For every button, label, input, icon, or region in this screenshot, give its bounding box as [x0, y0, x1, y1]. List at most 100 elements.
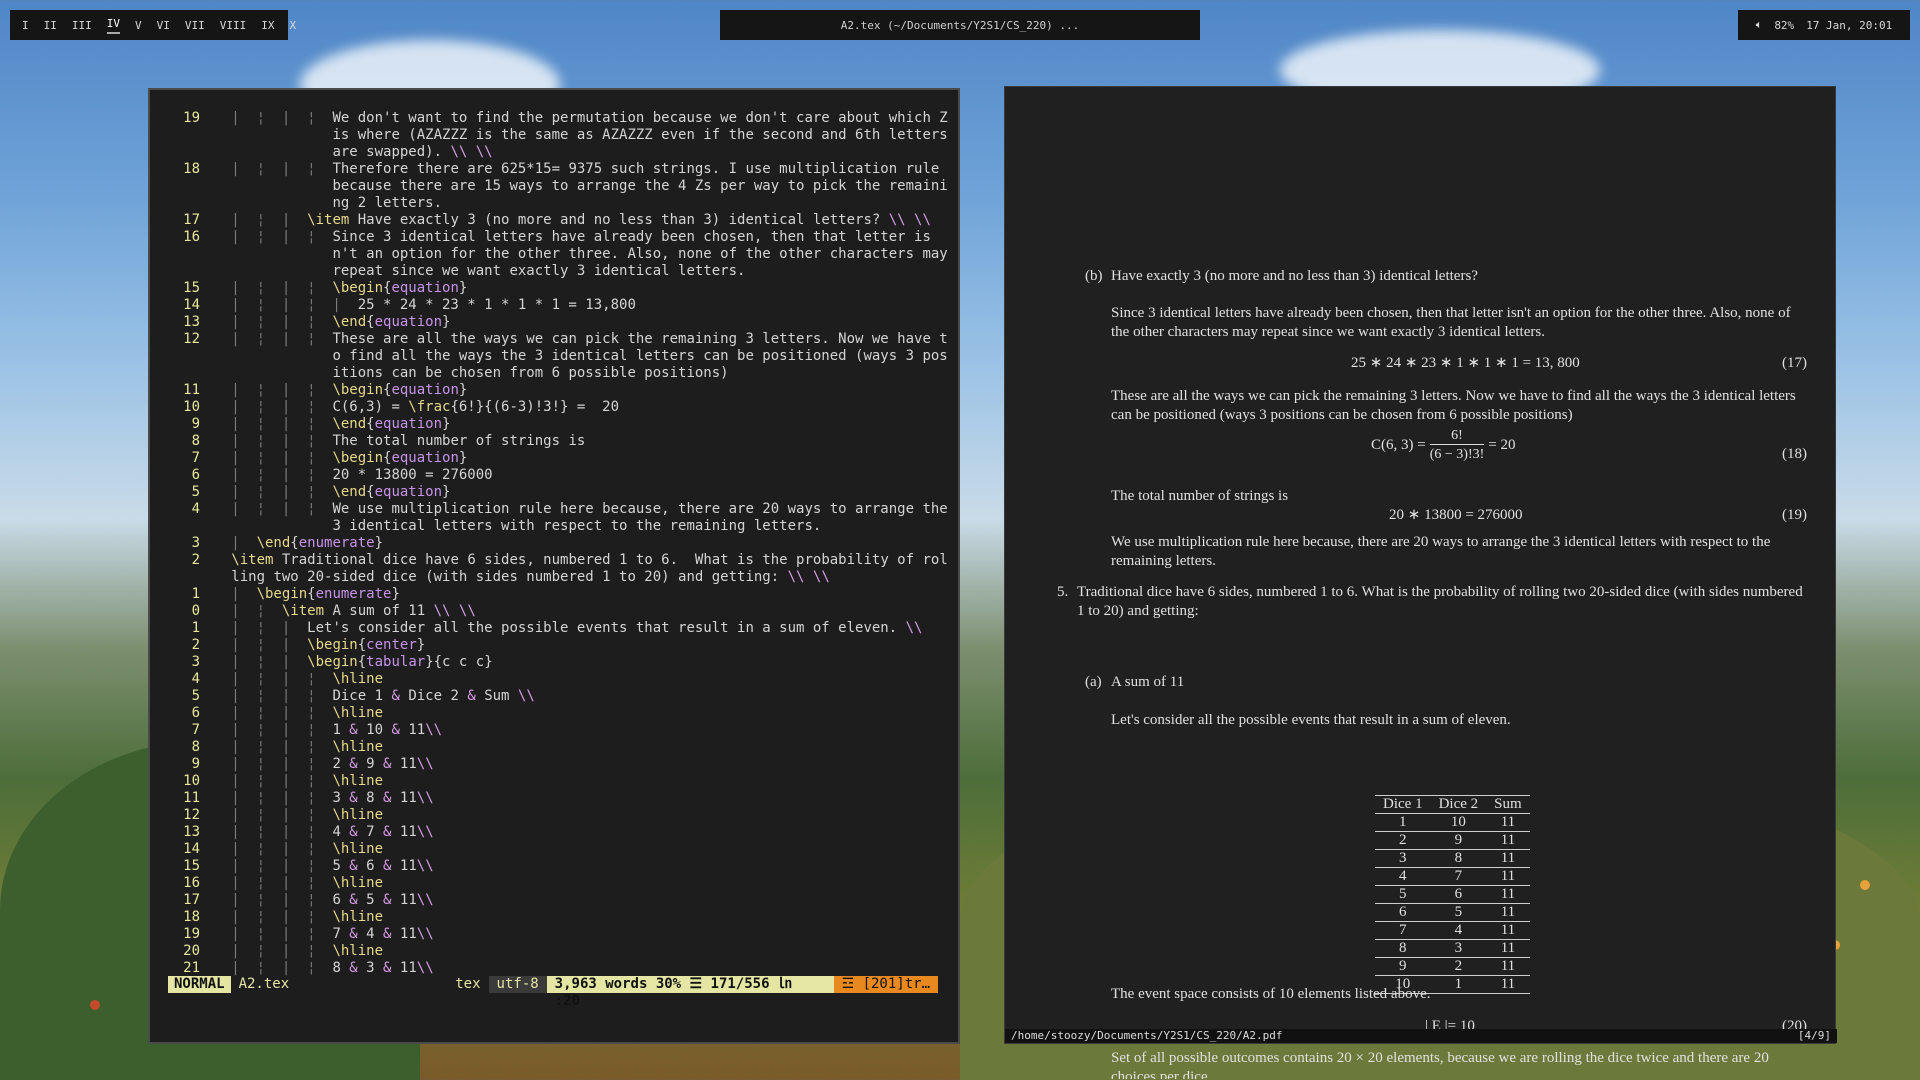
line-text: 2 & 9 & 11\\ — [332, 756, 434, 772]
indent-guides: | — [206, 535, 257, 551]
code-line[interactable]: 11 | ¦ | ¦ 3 & 8 & 11\\ — [178, 790, 950, 807]
code-line[interactable]: 12 | ¦ | ¦ \hline — [178, 807, 950, 824]
code-line[interactable]: 2 | ¦ | \begin{center} — [178, 637, 950, 654]
code-line[interactable]: 17 | ¦ | \item Have exactly 3 (no more a… — [178, 212, 950, 229]
line-text: \begin{equation} — [332, 382, 468, 398]
paragraph: Since 3 identical letters have already b… — [1111, 305, 1791, 340]
code-line[interactable]: 3 | \end{enumerate} — [178, 535, 950, 552]
equation-number: (19) — [1782, 507, 1807, 523]
pdf-viewer-window[interactable]: (b) Have exactly 3 (no more and no less … — [1004, 86, 1837, 1079]
line-number: 18 — [183, 909, 200, 925]
line-text: \begin{enumerate} — [256, 586, 400, 602]
code-line[interactable]: 0 | ¦ \item A sum of 11 \\ \\ — [178, 603, 950, 620]
code-line[interactable]: 5 | ¦ | ¦ \end{equation} — [178, 484, 950, 501]
line-number: 19 — [183, 926, 200, 942]
line-text: \end{equation} — [332, 314, 451, 330]
line-text: \begin{equation} — [332, 280, 468, 296]
code-line[interactable]: 14 | ¦ | ¦ \hline — [178, 841, 950, 858]
line-text: \item Traditional dice have 6 sides, num… — [231, 552, 948, 585]
code-line[interactable]: 7 | ¦ | ¦ \begin{equation} — [178, 450, 950, 467]
indent-guides: | ¦ — [206, 603, 282, 619]
workspace-IV[interactable]: IV — [106, 17, 120, 34]
code-line[interactable]: 1 | ¦ | Let's consider all the possible … — [178, 620, 950, 637]
code-line[interactable]: 15 | ¦ | ¦ \begin{equation} — [178, 280, 950, 297]
line-text: The total number of strings is — [332, 433, 586, 449]
workspace-VI[interactable]: VI — [157, 19, 170, 32]
code-line[interactable]: 8 | ¦ | ¦ The total number of strings is — [178, 433, 950, 450]
code-line[interactable]: 6 | ¦ | ¦ 20 * 13800 = 276000 — [178, 467, 950, 484]
line-text: We use multiplication rule here because,… — [332, 501, 957, 534]
code-line[interactable]: 2 \item Traditional dice have 6 sides, n… — [178, 552, 950, 586]
line-text: \hline — [332, 671, 384, 687]
workspace-V[interactable]: V — [135, 19, 142, 32]
line-number: 13 — [183, 824, 200, 840]
line-number: 3 — [191, 654, 200, 670]
line-number: 7 — [191, 722, 200, 738]
line-text: \hline — [332, 773, 384, 789]
table-cell: 6 — [1375, 903, 1431, 922]
code-line[interactable]: 16 | ¦ | ¦ Since 3 identical letters hav… — [178, 229, 950, 280]
flower — [1860, 880, 1870, 890]
line-number: 2 — [191, 552, 200, 568]
indent-guides: | ¦ | ¦ — [206, 722, 333, 738]
question-text: Traditional dice have 6 sides, numbered … — [1077, 584, 1803, 619]
code-line[interactable]: 15 | ¦ | ¦ 5 & 6 & 11\\ — [178, 858, 950, 875]
code-line[interactable]: 20 | ¦ | ¦ \hline — [178, 943, 950, 960]
code-line[interactable]: 13 | ¦ | ¦ 4 & 7 & 11\\ — [178, 824, 950, 841]
code-line[interactable]: 16 | ¦ | ¦ \hline — [178, 875, 950, 892]
code-line[interactable]: 12 | ¦ | ¦ These are all the ways we can… — [178, 331, 950, 382]
line-number: 10 — [183, 399, 200, 415]
code-line[interactable]: 1 | \begin{enumerate} — [178, 586, 950, 603]
code-line[interactable]: 21 | ¦ | ¦ 8 & 3 & 11\\ — [178, 960, 950, 977]
line-number: 15 — [183, 280, 200, 296]
speaker-icon[interactable]: 🔈︎ — [1756, 18, 1763, 32]
line-text: \hline — [332, 739, 384, 755]
workspace-X[interactable]: X — [290, 19, 297, 32]
code-line[interactable]: 18 | ¦ | ¦ \hline — [178, 909, 950, 926]
code-line[interactable]: 9 | ¦ | ¦ \end{equation} — [178, 416, 950, 433]
workspace-I[interactable]: I — [22, 19, 29, 32]
code-line[interactable]: 8 | ¦ | ¦ \hline — [178, 739, 950, 756]
code-line[interactable]: 10 | ¦ | ¦ C(6,3) = \frac{6!}{(6-3)!3!} … — [178, 399, 950, 416]
indent-guides: | ¦ | ¦ — [206, 280, 333, 296]
code-line[interactable]: 3 | ¦ | \begin{tabular}{c c c} — [178, 654, 950, 671]
code-line[interactable]: 4 | ¦ | ¦ We use multiplication rule her… — [178, 501, 950, 535]
indent-guides: | ¦ | ¦ — [206, 841, 333, 857]
code-line[interactable]: 13 | ¦ | ¦ \end{equation} — [178, 314, 950, 331]
paragraph: Set of all possible outcomes contains 20… — [1111, 1050, 1769, 1079]
editor-window[interactable]: 19 | ¦ | ¦ We don't want to find the per… — [148, 88, 960, 1044]
table-cell: 11 — [1486, 975, 1530, 994]
workspace-III[interactable]: III — [72, 19, 92, 32]
table-cell: 9 — [1430, 831, 1487, 850]
line-number: 16 — [183, 875, 200, 891]
warning-badge: ☲ [201]tr… — [833, 976, 938, 993]
code-line[interactable]: 19 | ¦ | ¦ 7 & 4 & 11\\ — [178, 926, 950, 943]
workspace-IX[interactable]: IX — [261, 19, 274, 32]
line-text: \end{equation} — [332, 416, 451, 432]
code-line[interactable]: 6 | ¦ | ¦ \hline — [178, 705, 950, 722]
code-line[interactable]: 17 | ¦ | ¦ 6 & 5 & 11\\ — [178, 892, 950, 909]
table-cell: 1 — [1375, 813, 1431, 832]
table-cell: 7 — [1430, 867, 1487, 886]
position-info: 3,963 words 30% ☰ 171/556 ㏑ :20 — [546, 976, 834, 1009]
line-number: 17 — [183, 892, 200, 908]
indent-guides: | ¦ | ¦ — [206, 688, 333, 704]
code-line[interactable]: 18 | ¦ | ¦ Therefore there are 625*15= 9… — [178, 161, 950, 212]
workspace-VII[interactable]: VII — [185, 19, 205, 32]
code-line[interactable]: 10 | ¦ | ¦ \hline — [178, 773, 950, 790]
line-text: We don't want to find the permutation be… — [332, 110, 957, 160]
indent-guides — [206, 552, 231, 586]
workspace-VIII[interactable]: VIII — [220, 19, 247, 32]
code-line[interactable]: 11 | ¦ | ¦ \begin{equation} — [178, 382, 950, 399]
code-line[interactable]: 19 | ¦ | ¦ We don't want to find the per… — [178, 110, 950, 161]
line-text: 4 & 7 & 11\\ — [332, 824, 434, 840]
code-line[interactable]: 9 | ¦ | ¦ 2 & 9 & 11\\ — [178, 756, 950, 773]
code-line[interactable]: 14 | ¦ | ¦ | 25 * 24 * 23 * 1 * 1 * 1 = … — [178, 297, 950, 314]
code-line[interactable]: 4 | ¦ | ¦ \hline — [178, 671, 950, 688]
line-text: 20 * 13800 = 276000 — [332, 467, 493, 483]
workspace-II[interactable]: II — [44, 19, 57, 32]
code-line[interactable]: 5 | ¦ | ¦ Dice 1 & Dice 2 & Sum \\ — [178, 688, 950, 705]
code-line[interactable]: 7 | ¦ | ¦ 1 & 10 & 11\\ — [178, 722, 950, 739]
editor-buffer[interactable]: 19 | ¦ | ¦ We don't want to find the per… — [178, 110, 950, 994]
indent-guides: | ¦ | ¦ — [206, 671, 333, 687]
